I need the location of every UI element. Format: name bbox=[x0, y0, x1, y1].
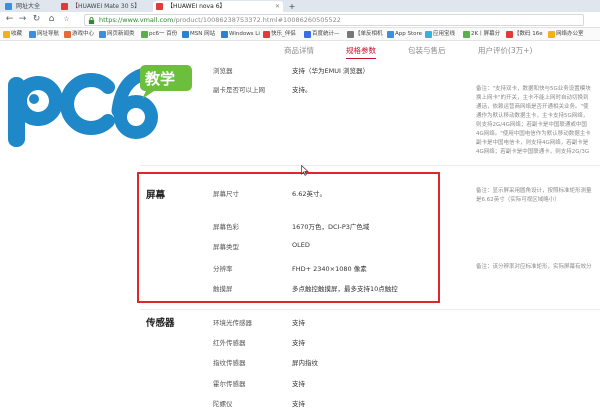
bookmark-item[interactable]: 游戏中心 bbox=[63, 28, 94, 41]
screen-highlight-box bbox=[137, 172, 440, 303]
tab-specifications[interactable]: 规格参数 bbox=[346, 45, 376, 59]
bookmark-favicon-icon bbox=[304, 31, 311, 38]
tab-favicon-icon bbox=[61, 3, 68, 10]
tab-product-details[interactable]: 商品详情 bbox=[284, 45, 314, 56]
spec-label: 环境光传感器 bbox=[213, 319, 252, 327]
section-divider bbox=[140, 165, 600, 166]
new-tab-button[interactable]: + bbox=[286, 1, 298, 12]
bookmark-favicon-icon bbox=[141, 31, 148, 38]
bookmark-item[interactable]: pc6一 百份 bbox=[140, 28, 177, 41]
bookmark-favicon-icon bbox=[29, 31, 36, 38]
spec-label: 红外传感器 bbox=[213, 339, 246, 347]
logo-badge-text: 教学 bbox=[145, 70, 176, 88]
spec-label: 霍尔传感器 bbox=[213, 380, 246, 388]
browser-tab[interactable]: 【HUAWEI Mate 30 5】 bbox=[58, 1, 148, 12]
browser-tab-label: 【HUAWEI nova 6】 bbox=[167, 3, 226, 10]
bookmark-item[interactable]: 【数码 16e bbox=[505, 28, 543, 41]
bookmark-item[interactable]: App Store bbox=[386, 28, 422, 41]
bookmark-favicon-icon bbox=[548, 31, 555, 38]
bookmarks-bar: 收藏 网址导航 游戏中心 网页新闻类 pc6一 百份 MSN 网站 Window… bbox=[0, 28, 600, 41]
bookmark-item[interactable]: 网页新闻类 bbox=[98, 28, 135, 41]
browser-tab-label: 网址大全 bbox=[16, 3, 41, 10]
product-subnav: 商品详情 规格参数 包装与售后 用户评价(3万+) bbox=[0, 41, 600, 59]
bookmark-favicon-icon bbox=[387, 31, 394, 38]
star-icon[interactable]: ☆ bbox=[61, 14, 72, 25]
bookmark-favicon-icon bbox=[182, 31, 189, 38]
resolution-note: 备注：该分辨率对应标准矩形，实际屏幕有效分 bbox=[476, 264, 592, 270]
spec-value: 支持。 bbox=[292, 86, 312, 94]
bookmark-item[interactable]: 网络办公室 bbox=[547, 28, 584, 41]
back-arrow-icon[interactable]: ← bbox=[4, 14, 15, 25]
bookmark-favicon-icon bbox=[263, 31, 270, 38]
browser-tab-bar: 网址大全 【HUAWEI Mate 30 5】 【HUAWEI nova 6】 … bbox=[0, 0, 600, 12]
dual-sim-note: 备注："支持双卡，数据和快与5G业务设置模块 换上网卡"的开关，主卡不能上网时自… bbox=[476, 86, 591, 155]
close-tab-icon[interactable]: ✕ bbox=[275, 1, 280, 12]
spec-label: 副卡是否可以上网 bbox=[213, 86, 265, 94]
tab-package-service[interactable]: 包装与售后 bbox=[408, 45, 446, 56]
bookmark-item[interactable]: MSN 网站 bbox=[181, 28, 215, 41]
spec-value: 支持 bbox=[292, 400, 305, 408]
url-text: https://www.vmall.com/product/1008623875… bbox=[99, 16, 341, 24]
bookmark-favicon-icon bbox=[99, 31, 106, 38]
screen-size-note: 备注：显示屏采用圆角设计，按照标准矩形测量 是6.62英寸（实际可视区域略小） bbox=[476, 188, 592, 203]
spec-value: 支持 bbox=[292, 339, 305, 347]
spec-value: 支持（华为EMUI 浏览器） bbox=[292, 67, 369, 75]
spec-label: 陀螺仪 bbox=[213, 400, 233, 408]
forward-arrow-icon[interactable]: → bbox=[17, 14, 28, 25]
bookmark-item[interactable]: 百度统计— bbox=[303, 28, 340, 41]
bookmark-item[interactable]: 应用宝线 bbox=[424, 28, 455, 41]
spec-value: 支持 bbox=[292, 319, 305, 327]
mouse-cursor-icon bbox=[301, 165, 309, 176]
home-icon[interactable]: ⌂ bbox=[46, 14, 57, 25]
browser-nav-bar: ← → ↻ ⌂ ☆ https://www.vmall.com/product/… bbox=[0, 12, 600, 28]
reload-icon[interactable]: ↻ bbox=[31, 14, 42, 25]
bookmark-favicon-icon bbox=[463, 31, 470, 38]
bookmark-item[interactable]: 【单反相机 bbox=[346, 28, 383, 41]
star-folder-icon bbox=[3, 31, 10, 38]
browser-tab-label: 【HUAWEI Mate 30 5】 bbox=[72, 3, 141, 10]
spec-value: 支持 bbox=[292, 380, 305, 388]
tab-favicon-icon bbox=[156, 3, 163, 10]
bookmark-favicon-icon bbox=[506, 31, 513, 38]
browser-tab[interactable]: 网址大全 bbox=[2, 1, 46, 12]
browser-tab-active[interactable]: 【HUAWEI nova 6】 ✕ bbox=[153, 1, 283, 12]
bookmark-favicon-icon bbox=[64, 31, 71, 38]
tab-favicon-icon bbox=[5, 3, 12, 10]
bookmark-item[interactable]: 快乐_伴侣 bbox=[262, 28, 296, 41]
lock-icon bbox=[88, 17, 95, 24]
section-divider bbox=[140, 309, 600, 310]
bookmark-favicon-icon bbox=[347, 31, 354, 38]
bookmark-favicon-icon bbox=[425, 31, 432, 38]
bookmark-favicon-icon bbox=[221, 31, 228, 38]
spec-value: 屏内指纹 bbox=[292, 359, 318, 367]
spec-label: 浏览器 bbox=[213, 67, 233, 75]
spec-label: 指纹传感器 bbox=[213, 359, 246, 367]
bookmark-item[interactable]: Windows Li bbox=[220, 28, 260, 41]
product-spec-page: 商品详情 规格参数 包装与售后 用户评价(3万+) 教学 浏览器 支持（华为EM… bbox=[0, 41, 600, 409]
bookmark-item[interactable]: 收藏 bbox=[2, 28, 22, 41]
section-title-sensors: 传感器 bbox=[146, 318, 175, 329]
bookmark-item[interactable]: 网址导航 bbox=[28, 28, 59, 41]
address-bar[interactable]: https://www.vmall.com/product/1008623875… bbox=[84, 14, 584, 26]
tab-user-reviews[interactable]: 用户评价(3万+) bbox=[478, 45, 532, 56]
bookmark-item[interactable]: 2K丨屏幕分 bbox=[462, 28, 500, 41]
